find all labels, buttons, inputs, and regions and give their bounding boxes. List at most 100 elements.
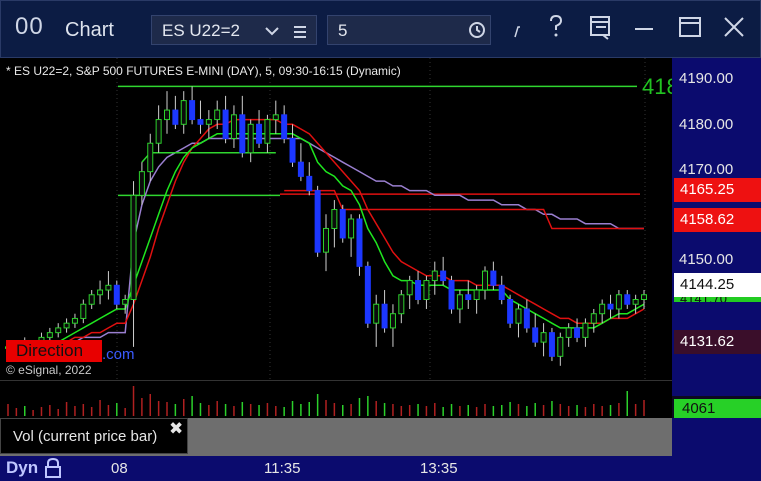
low-price-tag: 4131.62 — [674, 330, 761, 354]
candle-body — [80, 303, 87, 319]
close-icon[interactable] — [719, 13, 749, 45]
candle-body — [197, 119, 204, 125]
candle-body — [448, 280, 455, 310]
symbol-text: ES U22=2 — [162, 21, 240, 40]
candle-body — [214, 109, 221, 121]
volume-label-box: Vol (current price bar) ✖ — [0, 418, 188, 454]
candle-body — [615, 294, 622, 310]
candle-body — [155, 119, 162, 144]
green-step-line — [141, 151, 276, 163]
candle-body — [507, 299, 514, 324]
candle-body — [624, 294, 631, 305]
candle-body — [582, 322, 589, 338]
candle-body — [389, 313, 396, 329]
candle-body — [256, 123, 263, 144]
clock-icon[interactable] — [468, 21, 485, 38]
candle-body — [264, 119, 271, 144]
red-step-line — [284, 189, 644, 230]
layout-icon[interactable] — [586, 13, 616, 45]
candle-body — [122, 299, 129, 305]
candle-body — [222, 109, 229, 139]
time-label: 11:35 — [264, 460, 301, 477]
copyright-text: © eSignal, 2022 — [6, 363, 92, 377]
candle-body — [381, 303, 388, 329]
lock-icon[interactable] — [43, 457, 63, 478]
price-tick: 4180.00 — [679, 116, 734, 133]
candle-body — [364, 265, 371, 324]
candle-body — [55, 327, 62, 334]
chevron-down-icon[interactable] — [264, 19, 280, 48]
time-label: 13:35 — [420, 460, 458, 477]
candle-body — [306, 175, 313, 192]
help-icon[interactable] — [541, 13, 571, 45]
candle-body — [590, 313, 597, 324]
interval-selector[interactable]: 5 — [327, 15, 491, 45]
candle-body — [398, 294, 405, 315]
price-chart[interactable] — [0, 58, 672, 380]
price-tick: 4190.00 — [679, 70, 734, 87]
red-line-price-tag: 4165.25 — [674, 178, 761, 202]
window-title: Chart — [65, 19, 114, 41]
candle-body — [557, 336, 564, 357]
last-price-tag: 4144.25 — [674, 273, 761, 297]
maximize-icon[interactable] — [675, 13, 705, 45]
symbol-selector[interactable]: ES U22=2 — [151, 15, 317, 45]
candle-body — [331, 209, 338, 229]
candle-body — [641, 294, 647, 301]
minimize-icon[interactable] — [629, 13, 659, 45]
chart-info: * ES U22=2, S&P 500 FUTURES E-MINI (DAY)… — [6, 64, 401, 78]
candle-body — [323, 227, 329, 253]
volume-axis — [672, 418, 761, 456]
candle-body — [314, 190, 321, 253]
interval-text: 5 — [338, 21, 348, 40]
candle-body — [189, 100, 196, 121]
direction-badge: Direction — [6, 340, 102, 362]
volume-chart[interactable] — [0, 380, 672, 418]
candle-body — [574, 327, 581, 338]
volume-close-icon[interactable]: ✖ — [169, 419, 183, 439]
dyn-label[interactable]: Dyn — [6, 458, 38, 478]
price-tick: 4170.00 — [679, 161, 734, 178]
candle-body — [71, 317, 78, 324]
candle-body — [540, 332, 547, 343]
time-label: 08 — [111, 460, 128, 477]
candle-body — [490, 270, 497, 286]
list-icon[interactable] — [292, 20, 308, 49]
candle-body — [423, 280, 430, 300]
candle-body — [147, 142, 154, 173]
price-tick: 4150.00 — [679, 251, 734, 268]
candle-body — [632, 299, 639, 305]
candle-body — [465, 294, 472, 301]
candle-body — [356, 218, 363, 267]
candle-body — [456, 294, 463, 310]
candle-body — [46, 332, 53, 338]
chart-app-icon: 00 — [15, 13, 44, 40]
candle-body — [63, 322, 70, 329]
candle-body — [272, 114, 279, 121]
candle-body — [230, 114, 237, 139]
candle-body — [373, 303, 380, 324]
candle-body — [532, 327, 539, 343]
candle-body — [205, 119, 212, 125]
candle-body — [97, 289, 104, 296]
volume-price-tag: 4061 — [674, 399, 761, 419]
candle-body — [565, 327, 572, 338]
candle-body — [130, 194, 137, 300]
candle-body — [599, 303, 606, 315]
green-level-label: 418 — [642, 74, 672, 99]
candle-body — [138, 171, 145, 196]
candle-body — [515, 308, 522, 324]
candle-body — [247, 123, 254, 154]
candle-body — [415, 280, 422, 300]
candle-body — [473, 289, 480, 301]
ema-red-price-tag: 4158.62 — [674, 208, 761, 232]
candle-body — [607, 303, 614, 310]
volume-label: Vol (current price bar) — [13, 428, 158, 445]
candle-body — [431, 270, 438, 282]
candle-body — [440, 270, 447, 282]
candle-body — [297, 161, 304, 177]
candle-body — [498, 284, 505, 300]
draw-icon[interactable] — [505, 23, 535, 55]
candle-body — [548, 332, 555, 357]
candle-body — [239, 114, 246, 154]
